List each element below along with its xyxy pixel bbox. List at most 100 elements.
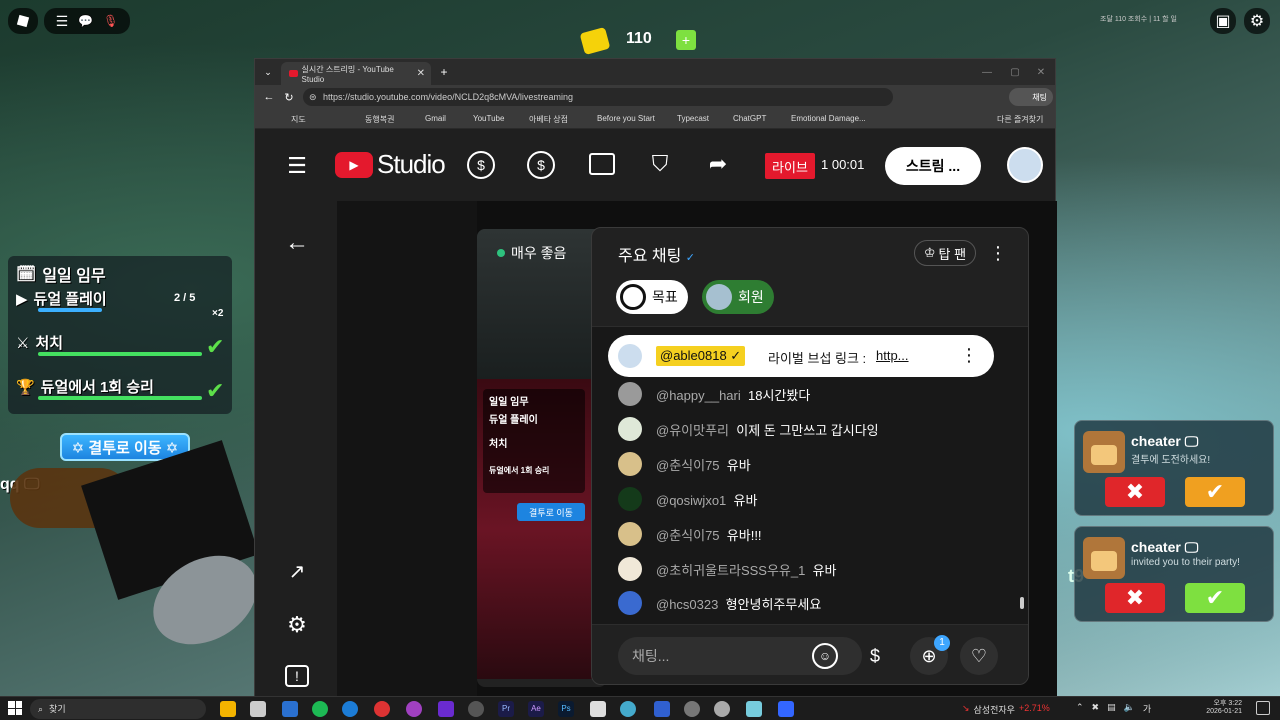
reload-icon[interactable]: ↻ bbox=[281, 89, 297, 105]
message-author[interactable]: @qosiwjxo1 bbox=[656, 493, 726, 508]
bookmark-item[interactable]: 아베타 상점 bbox=[529, 114, 568, 125]
clapper-icon[interactable] bbox=[589, 153, 615, 175]
settings-gear-icon[interactable]: ⚙ bbox=[1244, 8, 1270, 34]
settings-icon[interactable]: ⚙ bbox=[285, 612, 309, 637]
edge-icon[interactable] bbox=[342, 701, 358, 717]
bookmark-icon[interactable]: ⛉ bbox=[649, 151, 671, 177]
language-icon[interactable]: 가 bbox=[1143, 702, 1151, 715]
chat-title[interactable]: 주요 채팅 ✓ bbox=[618, 242, 695, 266]
maximize-icon[interactable]: ▢ bbox=[1005, 63, 1025, 81]
app-icon[interactable] bbox=[590, 701, 606, 717]
message-author[interactable]: @초히귀울트라SSS우유_1 bbox=[656, 563, 805, 578]
network-icon[interactable]: ▤ bbox=[1107, 702, 1116, 715]
tab-list-icon[interactable]: ⌄ bbox=[259, 63, 277, 81]
taskbar-search[interactable]: ⌕ 찾기 bbox=[30, 699, 206, 719]
minimize-icon[interactable]: — bbox=[977, 63, 997, 81]
mic-muted-icon[interactable]: 🎙 bbox=[103, 14, 118, 28]
chat-message: @춘식이75 유바!!! bbox=[618, 522, 762, 546]
store-icon[interactable] bbox=[250, 701, 266, 717]
message-author[interactable]: @happy__hari bbox=[656, 388, 741, 403]
scrollbar-thumb[interactable] bbox=[1020, 597, 1024, 609]
url-bar[interactable]: ⊜ https://studio.youtube.com/video/NCLD2… bbox=[303, 88, 893, 106]
heart-icon[interactable]: ♡ bbox=[960, 637, 998, 675]
clock[interactable]: 오후 3:22 2026-01-21 bbox=[1206, 698, 1242, 715]
chip-label: 목표 bbox=[652, 289, 678, 305]
accept-button[interactable]: ✔ bbox=[1185, 477, 1245, 507]
app-icon[interactable] bbox=[654, 701, 670, 717]
app-icon[interactable] bbox=[406, 701, 422, 717]
decline-button[interactable]: ✖ bbox=[1105, 477, 1165, 507]
mute-icon[interactable]: ✖ bbox=[1092, 702, 1100, 715]
popout-arrow-icon[interactable]: ↗ bbox=[285, 559, 309, 583]
leaderboard-icon[interactable]: ▣ bbox=[1210, 8, 1236, 34]
back-arrow-icon[interactable]: ← bbox=[283, 229, 311, 257]
photoshop-icon[interactable]: Ps bbox=[558, 701, 574, 717]
premiere-icon[interactable]: Pr bbox=[498, 701, 514, 717]
decline-button[interactable]: ✖ bbox=[1105, 583, 1165, 613]
roblox-menu-icon[interactable] bbox=[8, 8, 38, 34]
chip-members[interactable]: 회원 bbox=[702, 280, 774, 314]
bookmark-item[interactable]: 동행복권 bbox=[365, 114, 394, 125]
tab-youtube-studio[interactable]: 실시간 스트리밍 - YouTube Studio ✕ bbox=[281, 62, 431, 85]
spotify-icon[interactable] bbox=[312, 701, 328, 717]
message-author[interactable]: @hcs0323 bbox=[656, 597, 718, 612]
chatgpt-icon[interactable] bbox=[468, 701, 484, 717]
app-icon[interactable] bbox=[684, 701, 700, 717]
app-icon[interactable] bbox=[746, 701, 762, 717]
studio-wordmark: Studio bbox=[377, 149, 446, 179]
invite-sender: cheater 🖵 bbox=[1131, 539, 1199, 555]
other-bookmarks[interactable]: 다른 즐겨찾기 bbox=[997, 114, 1043, 125]
bookmark-item[interactable]: 지도 bbox=[291, 114, 306, 125]
app-icon[interactable] bbox=[374, 701, 390, 717]
pinned-message[interactable]: @able0818 ✓ 라이벌 브섭 링크 : http... ⋮ bbox=[608, 335, 994, 377]
mail-icon[interactable] bbox=[282, 701, 298, 717]
new-tab-icon[interactable]: + bbox=[435, 63, 453, 81]
super-chat-icon[interactable]: $ bbox=[856, 637, 894, 675]
roblox-icon[interactable] bbox=[778, 701, 794, 717]
app-icon[interactable] bbox=[438, 701, 454, 717]
more-options-icon[interactable]: ⋮ bbox=[960, 345, 978, 366]
chat-icon[interactable]: 💬 bbox=[78, 14, 93, 28]
plus-icon[interactable]: + bbox=[676, 30, 696, 50]
share-icon[interactable]: ➦ bbox=[705, 151, 731, 177]
bookmark-item[interactable]: Typecast bbox=[677, 114, 709, 123]
chevron-up-icon[interactable]: ⌃ bbox=[1076, 702, 1084, 715]
more-options-icon[interactable]: ⋮ bbox=[989, 242, 1007, 264]
add-money-icon[interactable]: $ bbox=[467, 151, 495, 179]
close-window-icon[interactable]: ✕ bbox=[1031, 63, 1051, 81]
monetization-icon[interactable]: $ bbox=[527, 151, 555, 179]
volume-icon[interactable]: 🔈 bbox=[1124, 702, 1135, 715]
close-tab-icon[interactable]: ✕ bbox=[417, 68, 425, 79]
top-fan-button[interactable]: ♔ 탑 팬 bbox=[914, 240, 976, 266]
app-icon[interactable] bbox=[620, 701, 636, 717]
back-icon[interactable]: ← bbox=[261, 89, 277, 105]
accept-button[interactable]: ✔ bbox=[1185, 583, 1245, 613]
studio-logo[interactable]: ▶ Studio bbox=[335, 149, 446, 180]
site-info-icon[interactable]: ⊜ bbox=[309, 88, 317, 106]
file-explorer-icon[interactable] bbox=[220, 701, 236, 717]
bookmark-item[interactable]: Emotional Damage... bbox=[791, 114, 866, 123]
bookmark-item[interactable]: YouTube bbox=[473, 114, 504, 123]
message-author[interactable]: @유이맛푸리 bbox=[656, 423, 729, 438]
message-author[interactable]: @춘식이75 bbox=[656, 458, 720, 473]
bookmark-item[interactable]: Before you Start bbox=[597, 114, 655, 123]
menu-icon[interactable]: ☰ bbox=[56, 13, 69, 30]
stream-button[interactable]: 스트림 ... bbox=[885, 147, 981, 185]
pinned-link[interactable]: http... bbox=[876, 348, 909, 363]
hamburger-menu-icon[interactable]: ☰ bbox=[283, 153, 311, 179]
message-author[interactable]: @춘식이75 bbox=[656, 528, 720, 543]
bookmark-item[interactable]: ChatGPT bbox=[733, 114, 766, 123]
stock-widget[interactable]: ↘ 삼성전자우 +2.71% bbox=[962, 703, 1050, 716]
profile-button[interactable]: 채팅 bbox=[1009, 88, 1053, 106]
bookmark-item[interactable]: Gmail bbox=[425, 114, 446, 123]
account-avatar[interactable] bbox=[1007, 147, 1043, 183]
feedback-icon[interactable]: ! bbox=[285, 665, 309, 687]
after-effects-icon[interactable]: Ae bbox=[528, 701, 544, 717]
chip-goal[interactable]: 목표 bbox=[616, 280, 688, 314]
avatar bbox=[1083, 537, 1125, 579]
emoji-icon[interactable]: ☺ bbox=[812, 643, 838, 669]
windows-start-icon[interactable] bbox=[8, 701, 22, 715]
stream-preview[interactable]: 매우 좋음 일일 임무 듀얼 플레이 처치 듀얼에서 1회 승리 결투로 이동 bbox=[477, 229, 607, 687]
notification-center-icon[interactable] bbox=[1256, 701, 1270, 715]
app-icon[interactable] bbox=[714, 701, 730, 717]
